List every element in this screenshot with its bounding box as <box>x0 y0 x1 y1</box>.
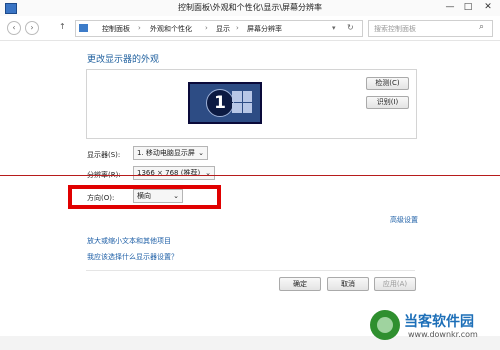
divider <box>86 270 415 271</box>
highlight-box <box>68 185 221 209</box>
text-size-link[interactable]: 放大或缩小文本和其他项目 <box>87 236 171 246</box>
apply-button[interactable]: 应用(A) <box>374 277 416 291</box>
display-label: 显示器(S): <box>87 151 121 159</box>
address-box[interactable]: 控制面板 › 外观和个性化 › 显示 › 屏幕分辨率 ▾ ↻ <box>75 20 363 37</box>
advanced-settings-link[interactable]: 高级设置 <box>390 215 418 225</box>
identify-button[interactable]: 识别(I) <box>366 96 409 109</box>
breadcrumb-resolution[interactable]: 屏幕分辨率 <box>247 24 282 34</box>
search-icon[interactable]: ⌕ <box>479 22 484 32</box>
search-placeholder: 搜索控制面板 <box>374 25 416 33</box>
chevron-down-icon[interactable]: ▾ <box>332 24 336 32</box>
ok-button[interactable]: 确定 <box>279 277 321 291</box>
display-help-link[interactable]: 我应该选择什么显示器设置？ <box>87 252 178 262</box>
breadcrumb-control-panel[interactable]: 控制面板 <box>102 24 130 34</box>
maximize-button[interactable]: □ <box>461 1 475 13</box>
watermark-logo-leaf-icon <box>377 317 393 333</box>
breadcrumb-display[interactable]: 显示 <box>216 24 230 34</box>
close-button[interactable]: ✕ <box>481 1 495 13</box>
display-value: 1. 移动电脑显示屏 <box>137 149 195 157</box>
breadcrumb-appearance[interactable]: 外观和个性化 <box>150 24 192 34</box>
annotation-line <box>0 175 500 176</box>
refresh-icon[interactable]: ↻ <box>347 23 354 32</box>
window-title: 控制面板\外观和个性化\显示\屏幕分辨率 <box>177 3 323 12</box>
page-title: 更改显示器的外观 <box>87 55 160 65</box>
detect-button[interactable]: 检测(C) <box>366 77 409 90</box>
control-panel-icon <box>79 24 88 32</box>
breadcrumb-separator: › <box>205 24 208 32</box>
title-bar: 控制面板\外观和个性化\显示\屏幕分辨率 — □ ✕ <box>0 0 500 17</box>
watermark-text: 当客软件园 <box>404 314 474 330</box>
breadcrumb-separator: › <box>138 24 141 32</box>
back-button[interactable]: ‹ <box>7 21 21 35</box>
forward-button[interactable]: › <box>25 21 39 35</box>
minimize-button[interactable]: — <box>443 1 457 13</box>
monitor-number-badge: 1 <box>206 89 234 117</box>
search-input[interactable]: 搜索控制面板 ⌕ <box>368 20 493 37</box>
resolution-select[interactable]: 1366 × 768 (推荐) ⌄ <box>133 166 215 180</box>
cancel-button[interactable]: 取消 <box>327 277 369 291</box>
up-button[interactable]: ↑ <box>59 22 66 31</box>
address-toolbar: ‹ › ↑ 控制面板 › 外观和个性化 › 显示 › 屏幕分辨率 ▾ ↻ 搜索控… <box>0 16 500 41</box>
windows-logo-icon <box>232 91 252 113</box>
breadcrumb-separator: › <box>236 24 239 32</box>
chevron-down-icon: ⌄ <box>205 169 211 177</box>
watermark-url: www.downkr.com <box>408 330 478 339</box>
display-select[interactable]: 1. 移动电脑显示屏 ⌄ <box>133 146 208 160</box>
chevron-down-icon: ⌄ <box>198 149 204 157</box>
